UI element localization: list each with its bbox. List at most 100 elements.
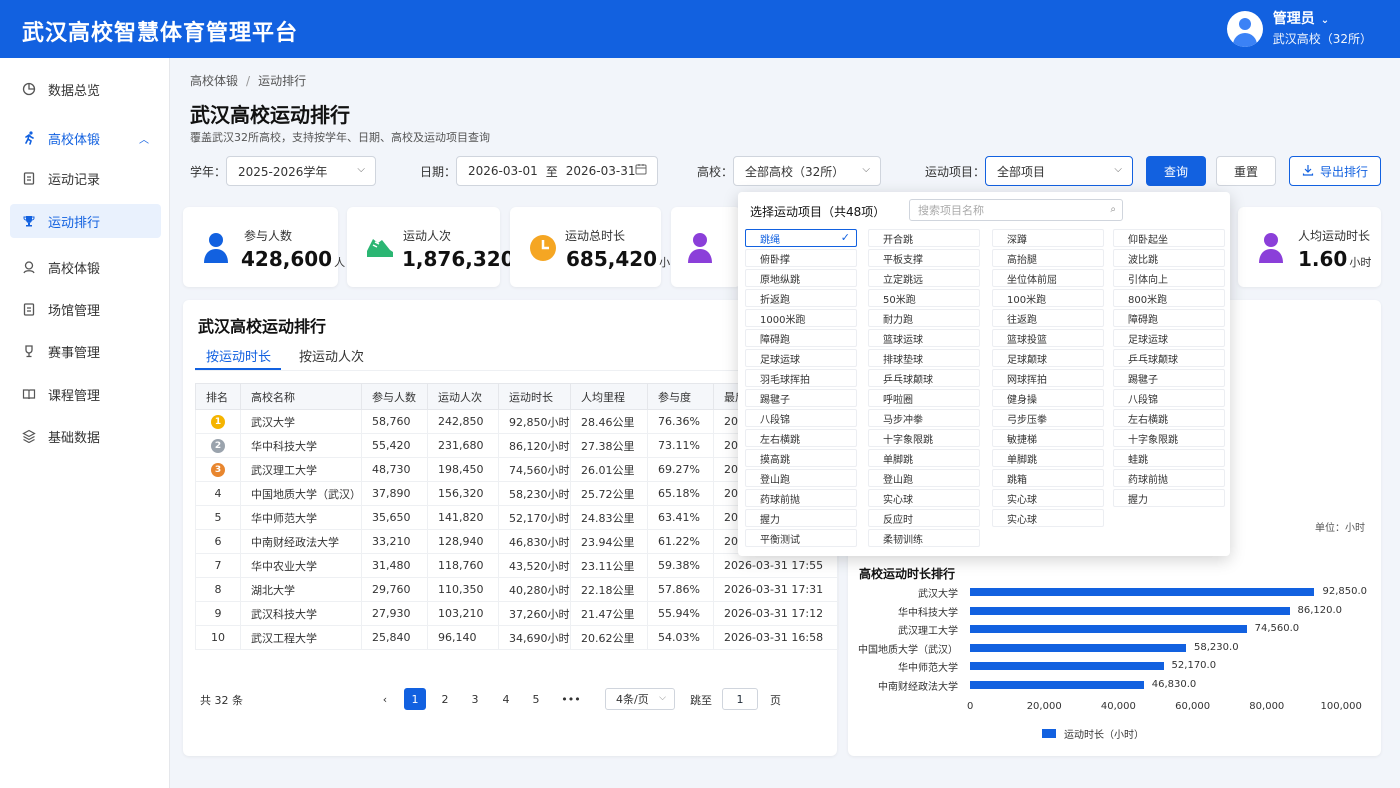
sidebar-item-base-data[interactable]: 基础数据 [10,419,161,453]
sport-option[interactable]: 立定跳远 [868,269,980,287]
page-button[interactable]: 3 [464,688,486,710]
sport-option[interactable]: 800米跑 [1113,289,1225,307]
sport-option[interactable]: 踢毽子 [745,389,857,407]
sidebar-item-campus-exercise-2[interactable]: 高校体锻 [10,250,161,284]
page-button[interactable]: 2 [434,688,456,710]
sport-option[interactable]: 开合跳 [868,229,980,247]
sport-option[interactable]: 足球运球 [745,349,857,367]
table-row[interactable]: 8 湖北大学 29,760 110,350 40,280小时 22.18公里 57.86% 2… [195,577,839,602]
table-row[interactable]: 9 武汉科技大学 27,930 103,210 37,260小时 21.47公里 55.94… [195,601,839,626]
sidebar-item-overview[interactable]: 数据总览 [10,72,161,106]
sport-option[interactable]: 乒乓球颠球 [1113,349,1225,367]
sport-option[interactable]: 足球运球 [1113,329,1225,347]
sidebar-item-campus-exercise[interactable]: 高校体锻 ︿ [10,121,161,155]
sport-option[interactable]: 乒乓球颠球 [868,369,980,387]
sport-option[interactable]: 坐位体前屈 [992,269,1104,287]
reset-button[interactable]: 重置 [1216,156,1276,186]
sidebar-item-venues[interactable]: 场馆管理 [10,292,161,326]
bar[interactable] [970,625,1247,633]
bar[interactable] [970,662,1164,670]
sport-option[interactable]: 八段锦 [1113,389,1225,407]
page-button[interactable]: 1 [404,688,426,710]
avatar[interactable] [1226,11,1263,47]
sport-option[interactable]: 原地纵跳 [745,269,857,287]
table-row[interactable]: 7 华中农业大学 31,480 118,760 43,520小时 23.11公里 59.38… [195,553,839,578]
sport-option[interactable]: 八段锦 [745,409,857,427]
sport-option[interactable]: 俯卧撑 [745,249,857,267]
page-size-select[interactable]: 4条/页 ⌵ [605,688,675,710]
sport-option[interactable]: 蛙跳 [1113,449,1225,467]
sidebar-item-courses[interactable]: 课程管理 [10,377,161,411]
sport-option[interactable]: 深蹲 [992,229,1104,247]
sport-option[interactable]: 折返跑 [745,289,857,307]
sport-option[interactable]: 平衡测试 [745,529,857,547]
sport-option[interactable]: 往返跑 [992,309,1104,327]
sport-option[interactable]: 跳绳 ✓ [745,229,857,247]
sport-option[interactable]: 踢毽子 [1113,369,1225,387]
dropdown-search-input[interactable]: 搜索项目名称 ⌕ [909,199,1123,221]
sport-option[interactable]: 单脚跳 [992,449,1104,467]
sport-option[interactable]: 实心球 [992,509,1104,527]
user-menu[interactable]: 管理员 ⌄ 武汉高校（32所） [1226,11,1372,47]
sport-option[interactable]: 敏捷梯 [992,429,1104,447]
sport-option[interactable]: 呼啦圈 [868,389,980,407]
sport-option[interactable]: 健身操 [992,389,1104,407]
sport-option[interactable]: 登山跑 [745,469,857,487]
sport-option[interactable]: 握力 [1113,489,1225,507]
sport-option[interactable]: 羽毛球挥拍 [745,369,857,387]
page-button[interactable]: 5 [525,688,547,710]
sport-option[interactable]: 篮球投篮 [992,329,1104,347]
sidebar-item-events[interactable]: 赛事管理 [10,334,161,368]
sport-option[interactable]: 平板支撑 [868,249,980,267]
bar[interactable] [970,643,1187,652]
sport-option[interactable]: 十字象限跳 [868,429,980,447]
chart-legend[interactable]: 运动时长（小时） [1042,726,1144,741]
year-select[interactable]: 2025-2026学年 ⌵ [226,156,376,186]
chevron-up-icon[interactable]: ︿ [139,131,149,146]
date-range-picker[interactable]: 2026-03-01 至 2026-03-31 [456,156,658,186]
sport-select[interactable]: 全部项目 ⌵ [985,156,1133,186]
sport-option[interactable]: 波比跳 [1113,249,1225,267]
sport-option[interactable]: 仰卧起坐 [1113,229,1225,247]
sport-option[interactable]: 马步冲拳 [868,409,980,427]
sport-option[interactable]: 1000米跑 [745,309,857,327]
sport-option[interactable]: 实心球 [868,489,980,507]
table-row[interactable]: 10 武汉工程大学 25,840 96,140 34,690小时 20.62公里 54.03… [195,625,839,650]
sport-option[interactable]: 反应时 [868,509,980,527]
tab-by-duration[interactable]: 按运动时长 [206,346,271,365]
sport-option[interactable]: 弓步压拳 [992,409,1104,427]
sport-option[interactable]: 实心球 [992,489,1104,507]
bar[interactable] [970,606,1290,615]
sport-option[interactable]: 柔韧训练 [868,529,980,547]
sport-option[interactable]: 篮球运球 [868,329,980,347]
sport-option[interactable]: 药球前抛 [1113,469,1225,487]
sport-option[interactable]: 障碍跑 [1113,309,1225,327]
sport-option[interactable]: 50米跑 [868,289,980,307]
breadcrumb-link[interactable]: 高校体锻 [190,74,238,88]
date-end[interactable]: 2026-03-31 [566,164,636,178]
more-pages-ellipsis[interactable]: ••• [558,688,584,710]
date-start[interactable]: 2026-03-01 [468,164,538,178]
jump-page-input[interactable]: 1 [722,688,758,710]
bar[interactable] [970,588,1315,596]
sport-option[interactable]: 高抬腿 [992,249,1104,267]
sport-option[interactable]: 排球垫球 [868,349,980,367]
prev-page-button[interactable]: ‹ [374,688,396,710]
sport-option[interactable]: 摸高跳 [745,449,857,467]
tab-by-sessions[interactable]: 按运动人次 [299,346,364,365]
sidebar-item-records[interactable]: 运动记录 [10,161,161,195]
sport-option[interactable]: 引体向上 [1113,269,1225,287]
sport-option[interactable]: 十字象限跳 [1113,429,1225,447]
bar[interactable] [970,680,1144,689]
sport-option[interactable]: 握力 [745,509,857,527]
sport-option[interactable]: 网球挥拍 [992,369,1104,387]
sport-option[interactable]: 左右横跳 [1113,409,1225,427]
sport-option[interactable]: 耐力跑 [868,309,980,327]
sport-option[interactable]: 药球前抛 [745,489,857,507]
export-button[interactable]: 导出排行 [1289,156,1381,186]
query-button[interactable]: 查询 [1146,156,1206,186]
chevron-down-icon[interactable]: ⌄ [1321,15,1329,26]
school-select[interactable]: 全部高校（32所） ⌵ [733,156,881,186]
sport-option[interactable]: 100米跑 [992,289,1104,307]
sport-option[interactable]: 左右横跳 [745,429,857,447]
